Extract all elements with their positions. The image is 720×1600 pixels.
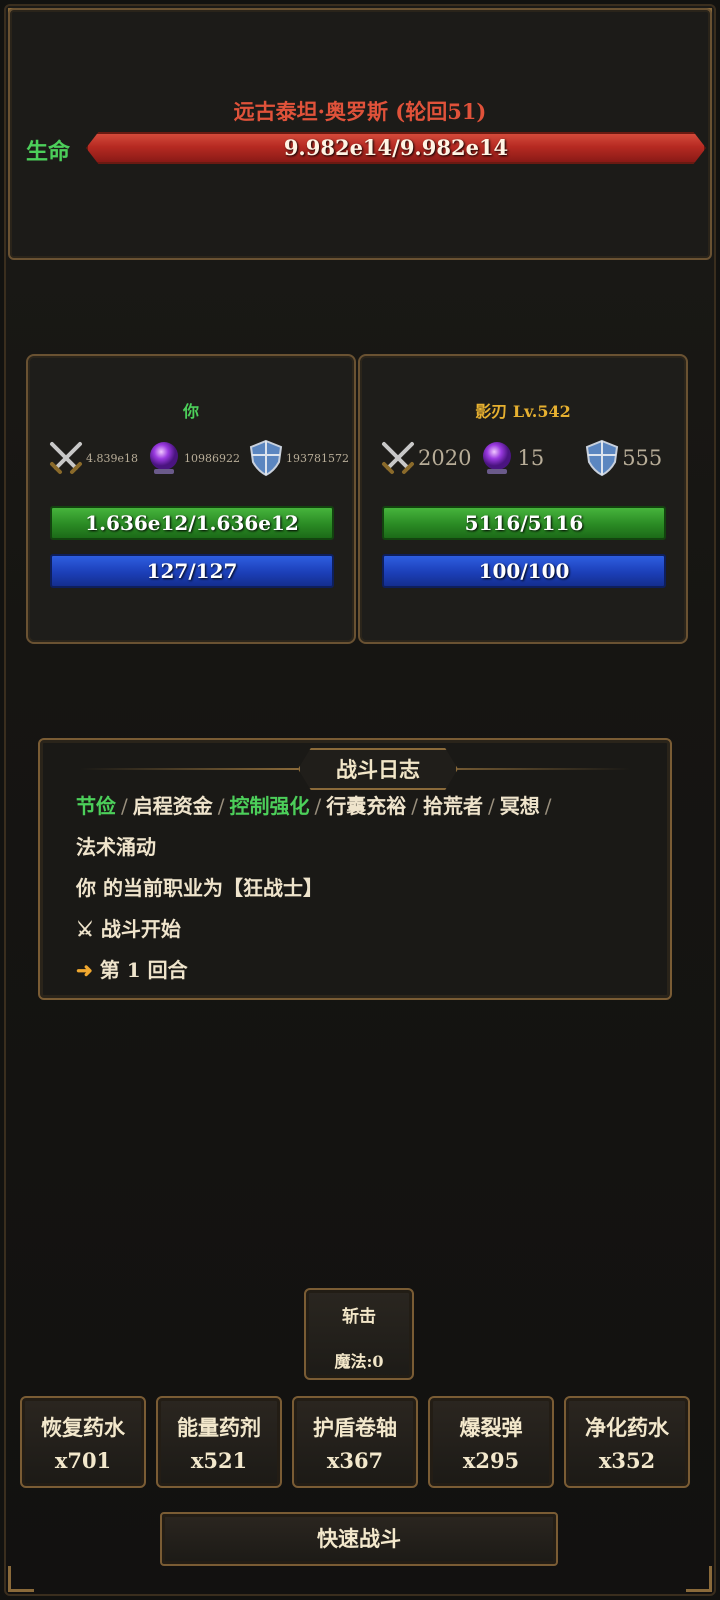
item-button-purify-potion[interactable]: 净化药水 x352 [564, 1396, 690, 1488]
player-magic-value: 10986922 [184, 451, 240, 465]
battle-log-title: 战斗日志 [298, 748, 458, 790]
skill-mana-cost: 魔法:0 [334, 1352, 384, 1371]
player-mp-bar: 127/127 [50, 554, 334, 588]
purple-orb-icon [144, 438, 184, 478]
player-defense-stat: 193781572 [246, 438, 349, 478]
item-bar: 恢复药水 x701 能量药剂 x521 护盾卷轴 x367 爆裂弹 x295 净… [20, 1396, 706, 1490]
round-text: 第 1 回合 [99, 958, 188, 982]
item-name: 爆裂弹 [459, 1415, 523, 1440]
trait-1: 启程资金 [132, 794, 213, 818]
item-name: 净化药水 [585, 1415, 669, 1440]
boss-name: 远古泰坦·奥罗斯 (轮回51) [233, 99, 487, 124]
enemy-defense-value: 555 [622, 446, 663, 470]
shield-icon [246, 438, 286, 478]
frame-corner-ornament [686, 1566, 712, 1592]
boss-hp-text: 9.982e14/9.982e14 [283, 135, 509, 160]
enemy-name: 影刃 Lv.542 [475, 402, 571, 421]
title-ornament-line [80, 768, 300, 770]
enemy-hp-bar: 5116/5116 [382, 506, 666, 540]
item-count: x352 [598, 1448, 656, 1473]
job-line: 你 的当前职业为【狂战士】 [76, 876, 323, 900]
player-attack-stat: 4.839e18 [46, 438, 138, 478]
player-magic-stat: 10986922 [144, 438, 240, 478]
frame-corner-ornament [8, 1566, 34, 1592]
skill-name: 斩击 [342, 1307, 376, 1327]
arrow-right-icon: ➜ [76, 958, 93, 982]
battle-start-line: ⚔ 战斗开始 [76, 909, 654, 950]
trait-0: 节俭 [76, 794, 116, 818]
trait-overflow-line: 法术涌动 [76, 835, 156, 859]
purple-orb-icon [477, 438, 517, 478]
player-card: 你 4.839e18 10986922 193781572 1.636e12/1… [26, 354, 356, 644]
item-count: x701 [54, 1448, 112, 1473]
player-attack-value: 4.839e18 [86, 451, 138, 465]
item-count: x521 [190, 1448, 248, 1473]
enemy-stats: 2020 15 555 [378, 436, 676, 480]
skill-slash-button[interactable]: 斩击 魔法:0 [304, 1288, 414, 1380]
boss-hp-label: 生命 [26, 139, 71, 165]
enemy-attack-value: 2020 [418, 446, 472, 470]
crossed-swords-icon [378, 438, 418, 478]
enemy-magic-value: 15 [517, 446, 545, 470]
quick-battle-button[interactable]: 快速战斗 [160, 1512, 558, 1566]
enemy-magic-stat: 15 [477, 438, 544, 478]
item-button-restore-potion[interactable]: 恢复药水 x701 [20, 1396, 146, 1488]
battle-log-lines: 节俭 / 启程资金 / 控制强化 / 行囊充裕 / 拾荒者 / 冥想 / 法术涌动 你 的当前职业为【… [76, 786, 654, 991]
trait-5: 冥想 [499, 794, 540, 818]
item-button-shield-scroll[interactable]: 护盾卷轴 x367 [292, 1396, 418, 1488]
swords-icon: ⚔ [76, 917, 94, 941]
player-hp-bar: 1.636e12/1.636e12 [50, 506, 334, 540]
player-name: 你 [182, 402, 199, 421]
item-button-energy-elixir[interactable]: 能量药剂 x521 [156, 1396, 282, 1488]
battle-log-panel[interactable]: 战斗日志 节俭 / 启程资金 / 控制强化 / 行囊充裕 / 拾荒者 / 冥想 / 法术涌动 你 的当… [38, 738, 672, 1000]
trait-3: 行囊充裕 [326, 794, 407, 818]
crossed-swords-icon [46, 438, 86, 478]
item-count: x367 [326, 1448, 384, 1473]
enemy-defense-stat: 555 [582, 438, 662, 478]
player-defense-value: 193781572 [286, 451, 349, 465]
shield-icon [582, 438, 622, 478]
battle-start-text: 战斗开始 [100, 917, 181, 941]
trait-4: 拾荒者 [423, 794, 483, 818]
boss-panel: 远古泰坦·奥罗斯 (轮回51) 生命 9.982e14/9.982e14 [8, 8, 712, 260]
item-name: 能量药剂 [177, 1415, 261, 1440]
trait-2: 控制强化 [229, 794, 310, 818]
round-line: ➜ 第 1 回合 [76, 950, 654, 991]
item-name: 护盾卷轴 [313, 1415, 397, 1440]
enemy-mp-bar: 100/100 [382, 554, 666, 588]
item-button-burst-bomb[interactable]: 爆裂弹 x295 [428, 1396, 554, 1488]
item-name: 恢复药水 [41, 1415, 125, 1440]
player-stats: 4.839e18 10986922 193781572 [46, 436, 349, 480]
enemy-attack-stat: 2020 [378, 438, 471, 478]
item-count: x295 [462, 1448, 520, 1473]
enemy-card: 影刃 Lv.542 2020 15 555 5116/5116 100/100 [358, 354, 688, 644]
trait-line: 节俭 / 启程资金 / 控制强化 / 行囊充裕 / 拾荒者 / 冥想 / [76, 794, 552, 818]
